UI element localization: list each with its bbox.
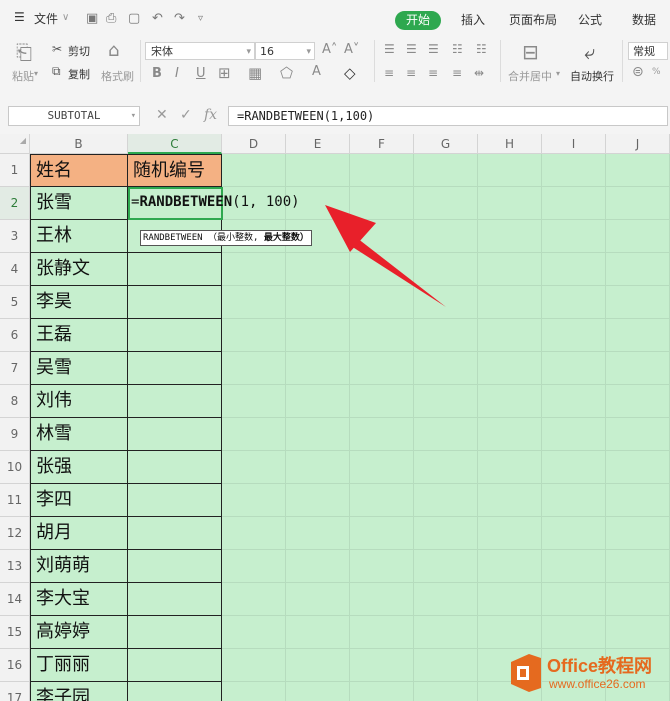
number-format-select[interactable]: 常规 [628,42,668,60]
watermark-url: www.office26.com [549,677,646,691]
name-box-value: SUBTOTAL [47,109,101,122]
percent-icon[interactable]: % [652,67,661,77]
copy-button[interactable]: 复制 [68,66,90,82]
enter-icon[interactable]: ✓ [180,107,192,123]
wrap-text-button[interactable]: 自动换行 [570,68,614,84]
font-name-select[interactable]: 宋体 ▾ [145,42,255,60]
cut-button[interactable]: 剪切 [68,43,90,59]
chevron-down-icon: ▾ [246,47,251,57]
divider [374,40,375,82]
chevron-down-icon: ▾ [306,47,311,57]
customize-icon[interactable]: ▿ [198,13,203,24]
chevron-down-icon[interactable]: ▾ [556,69,560,78]
undo-icon[interactable]: ↶ [152,11,163,26]
cancel-icon[interactable]: ✕ [156,107,168,123]
distributed-icon[interactable]: ⇹ [474,66,484,80]
font-color-icon[interactable]: A [312,64,321,79]
number-format-value: 常规 [633,45,655,58]
decrease-font-icon[interactable]: A˅ [344,42,359,57]
align-right-icon[interactable]: ≡ [428,66,438,80]
border-icon[interactable]: ⊞ [218,64,231,82]
watermark: Office教程网 www.office26.com [507,650,665,696]
font-name-value: 宋体 [151,45,173,58]
paste-button[interactable]: 粘贴 [12,68,34,84]
merge-center-icon[interactable]: ⊟ [522,40,539,64]
align-bottom-icon[interactable]: ☰ [428,42,439,56]
chevron-down-icon: ▾ [130,111,136,121]
paste-icon[interactable]: ⎗ [16,40,32,64]
copy-icon: ⧉ [52,64,61,78]
paste-dropdown-icon[interactable]: ▾ [34,69,38,78]
underline-icon[interactable]: U [196,66,206,81]
formula-bar: SUBTOTAL ▾ ✕ ✓ fx =RANDBETWEEN(1,100) [0,98,670,134]
insert-function-icon[interactable]: fx [204,107,217,123]
formula-input[interactable]: =RANDBETWEEN(1,100) [228,106,668,126]
office-logo-icon [511,654,541,692]
eraser-icon[interactable]: ◇ [344,64,356,82]
arrow-shaft [351,238,446,307]
watermark-title: Office教程网 [547,656,653,676]
save-icon[interactable]: ▣ [86,11,98,26]
tab-page-layout[interactable]: 页面布局 [509,11,557,28]
tab-formulas[interactable]: 公式 [578,11,602,28]
redo-icon[interactable]: ↷ [174,11,185,26]
ribbon: ⎗ 粘贴 ▾ ✂ 剪切 ⧉ 复制 ⌂ 格式刷 宋体 ▾ 16 ▾ A˄ A˅ B… [0,38,670,99]
font-size-value: 16 [260,45,274,58]
tab-home[interactable]: 开始 [395,11,441,30]
wrap-text-icon[interactable]: ⤶ [584,40,595,64]
tab-insert[interactable]: 插入 [461,11,485,28]
tab-data[interactable]: 数据 [632,11,656,28]
divider [500,40,501,82]
justify-icon[interactable]: ≡ [452,66,462,80]
align-top-icon[interactable]: ☰ [384,42,395,56]
name-box[interactable]: SUBTOTAL ▾ [8,106,140,126]
italic-icon[interactable]: I [175,66,179,81]
fill-color-icon[interactable]: ▦ [248,64,262,82]
bold-icon[interactable]: B [152,66,162,81]
indent-icon[interactable]: ☷ [452,42,463,56]
divider [622,40,623,82]
menu-bar: ☰ 文件 ∨ ▣ ⎙ ▢ ↶ ↷ ▿ 开始 插入 页面布局 公式 数据 [0,0,670,38]
scissors-icon: ✂ [52,42,63,56]
align-middle-icon[interactable]: ☰ [406,42,417,56]
hamburger-icon[interactable]: ☰ [14,10,25,24]
shape-icon[interactable]: ⬠ [280,64,293,82]
arrow-head [325,205,376,252]
print-preview-icon[interactable]: ▢ [128,11,140,26]
align-left-icon[interactable]: ≡ [384,66,394,80]
outdent-icon[interactable]: ☷ [476,42,487,56]
worksheet[interactable]: ◢ B C D E F G H I J 1 2 3 4 5 6 7 8 9 10… [0,134,670,701]
font-size-select[interactable]: 16 ▾ [255,42,315,60]
merge-center-button[interactable]: 合并居中 [508,68,552,84]
format-painter-button[interactable]: 格式刷 [101,68,134,84]
divider [140,40,141,82]
file-menu[interactable]: 文件 [34,10,58,27]
chevron-down-icon[interactable]: ∨ [62,12,69,23]
annotation-arrow [325,205,446,307]
align-center-icon[interactable]: ≡ [406,66,416,80]
format-painter-icon[interactable]: ⌂ [108,40,119,61]
currency-icon[interactable]: ⊜ [632,64,644,80]
increase-font-icon[interactable]: A˄ [322,42,337,57]
print-icon[interactable]: ⎙ [106,11,116,26]
